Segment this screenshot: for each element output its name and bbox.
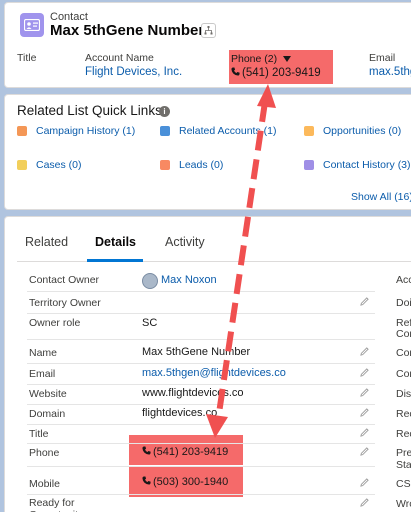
hierarchy-button[interactable] bbox=[201, 23, 216, 38]
account-icon bbox=[160, 126, 170, 136]
quick-link-contact-history[interactable]: Contact History (3) bbox=[304, 159, 411, 171]
quick-links-title: Related List Quick Links bbox=[17, 103, 162, 118]
pencil-icon[interactable] bbox=[360, 368, 369, 377]
tab-activity[interactable]: Activity bbox=[165, 235, 205, 249]
related-list-quick-links: Related List Quick Links i Campaign Hist… bbox=[4, 94, 411, 210]
email-label: Email bbox=[29, 368, 56, 380]
mobile-label: Mobile bbox=[29, 478, 60, 490]
owner-role-value: SC bbox=[142, 317, 158, 329]
right-column-label: Con bbox=[396, 328, 411, 340]
quick-link-label: Related Accounts (1) bbox=[179, 125, 277, 137]
row-divider bbox=[27, 313, 375, 314]
right-column-label: Con bbox=[396, 368, 411, 380]
phone-field-value[interactable]: (541) 203-9419 bbox=[231, 67, 321, 79]
row-divider bbox=[27, 363, 375, 364]
quick-link-campaign-history[interactable]: Campaign History (1) bbox=[17, 125, 135, 137]
name-label: Name bbox=[29, 347, 58, 359]
quick-link-label: Leads (0) bbox=[179, 159, 224, 171]
phone-icon bbox=[142, 476, 151, 485]
row-divider bbox=[27, 404, 375, 405]
website-value[interactable]: www.flightdevices.co bbox=[142, 387, 244, 399]
right-column-label: Stat bbox=[396, 459, 411, 471]
quick-link-label: Contact History (3) bbox=[323, 159, 411, 171]
campaign-icon bbox=[17, 126, 27, 136]
phone-icon bbox=[142, 446, 151, 455]
email-value-link[interactable]: max.5thgen@flightdevices.co bbox=[142, 367, 286, 379]
pencil-icon[interactable] bbox=[360, 478, 369, 487]
quick-link-leads[interactable]: Leads (0) bbox=[160, 159, 223, 171]
active-tab-indicator bbox=[87, 259, 143, 262]
phone-number-text: (541) 203-9419 bbox=[153, 446, 229, 458]
title-label: Title bbox=[29, 428, 49, 440]
pencil-icon[interactable] bbox=[360, 297, 369, 306]
quick-link-label: Cases (0) bbox=[36, 159, 82, 171]
right-column-label: Disc bbox=[396, 388, 411, 400]
account-name-link[interactable]: Flight Devices, Inc. bbox=[85, 66, 182, 78]
contact-owner-label: Contact Owner bbox=[29, 274, 100, 286]
contact-icon bbox=[20, 13, 44, 37]
quick-link-label: Campaign History (1) bbox=[36, 125, 136, 137]
pencil-icon[interactable] bbox=[360, 388, 369, 397]
pencil-icon[interactable] bbox=[360, 447, 369, 456]
avatar bbox=[142, 273, 158, 289]
pencil-icon[interactable] bbox=[360, 347, 369, 356]
pencil-icon[interactable] bbox=[360, 428, 369, 437]
mobile-value[interactable]: (503) 300-1940 bbox=[142, 476, 228, 488]
row-divider bbox=[27, 291, 375, 292]
right-column-label: Acc bbox=[396, 274, 411, 286]
right-column-label: CSM bbox=[396, 478, 411, 490]
lead-icon bbox=[160, 160, 170, 170]
row-divider bbox=[27, 384, 375, 385]
right-column-label: Doi bbox=[396, 297, 411, 309]
phone-icon bbox=[231, 67, 240, 76]
record-header: Contact Max 5thGene Number Title Account… bbox=[4, 2, 411, 88]
opportunity-icon bbox=[304, 126, 314, 136]
email-field-label: Email bbox=[369, 52, 396, 64]
phone-number-text: (541) 203-9419 bbox=[242, 67, 321, 79]
pencil-icon[interactable] bbox=[360, 498, 369, 507]
case-icon bbox=[17, 160, 27, 170]
row-divider bbox=[27, 339, 375, 340]
row-divider bbox=[27, 424, 375, 425]
hierarchy-icon bbox=[204, 26, 213, 35]
contact-owner-link[interactable]: Max Noxon bbox=[161, 274, 217, 286]
email-link[interactable]: max.5thg bbox=[369, 66, 411, 78]
domain-label: Domain bbox=[29, 408, 66, 420]
tab-details[interactable]: Details bbox=[95, 235, 136, 249]
pencil-icon[interactable] bbox=[360, 408, 369, 417]
phone-label: Phone bbox=[29, 447, 60, 459]
row-divider bbox=[27, 443, 375, 444]
record-title: Max 5thGene Number bbox=[50, 22, 205, 39]
info-icon[interactable]: i bbox=[159, 106, 170, 117]
history-icon bbox=[304, 160, 314, 170]
account-name-label: Account Name bbox=[85, 52, 154, 64]
chevron-down-icon bbox=[283, 56, 292, 62]
quick-link-label: Opportunities (0) bbox=[323, 125, 402, 137]
title-field-label: Title bbox=[17, 52, 37, 64]
row-divider bbox=[27, 494, 375, 495]
name-value: Max 5thGene Number bbox=[142, 346, 251, 358]
right-column-label: Reci bbox=[396, 428, 411, 440]
right-column-label: Wro bbox=[396, 498, 411, 510]
territory-owner-label: Territory Owner bbox=[29, 297, 101, 309]
quick-link-related-accounts[interactable]: Related Accounts (1) bbox=[160, 125, 276, 137]
record-detail-panel: Related Details Activity Contact Owner M… bbox=[4, 216, 411, 512]
quick-link-opportunities[interactable]: Opportunities (0) bbox=[304, 125, 401, 137]
phone-field-label[interactable]: Phone (2) bbox=[231, 53, 292, 65]
phone-label-text: Phone (2) bbox=[231, 53, 278, 65]
row-divider bbox=[27, 466, 375, 467]
quick-link-cases[interactable]: Cases (0) bbox=[17, 159, 82, 171]
tab-related[interactable]: Related bbox=[25, 235, 68, 249]
mobile-number-text: (503) 300-1940 bbox=[153, 476, 229, 488]
tab-divider bbox=[17, 261, 411, 262]
website-label: Website bbox=[29, 388, 67, 400]
right-column-label: Prev bbox=[396, 447, 411, 459]
owner-role-label: Owner role bbox=[29, 317, 81, 329]
ready-for-opportunity-label: Ready for Opportunity bbox=[29, 497, 83, 512]
right-column-label: Con bbox=[396, 347, 411, 359]
show-all-link[interactable]: Show All (16) bbox=[351, 191, 411, 203]
right-column-label: Reci bbox=[396, 408, 411, 420]
domain-value: flightdevices.co bbox=[142, 407, 218, 419]
phone-value[interactable]: (541) 203-9419 bbox=[142, 446, 228, 458]
